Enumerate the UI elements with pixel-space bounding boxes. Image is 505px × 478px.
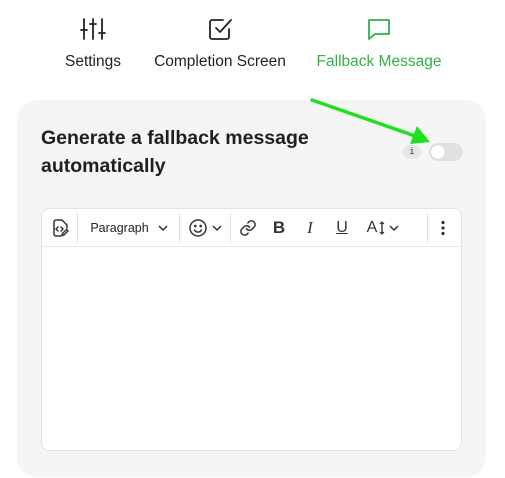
sliders-icon — [78, 14, 108, 44]
tab-completion-screen[interactable]: Completion Screen — [151, 14, 289, 71]
toolbar-divider — [427, 213, 428, 243]
font-size-button[interactable]: A — [364, 216, 402, 240]
link-button[interactable] — [236, 216, 260, 240]
info-icon[interactable]: i — [403, 145, 421, 159]
card-title: Generate a fallback message automaticall… — [41, 127, 309, 177]
editor-text-area[interactable] — [42, 247, 461, 451]
link-icon — [240, 220, 256, 236]
ai-edit-icon[interactable] — [50, 216, 72, 240]
chevron-down-icon — [389, 225, 399, 231]
tab-settings[interactable]: Settings — [62, 14, 124, 71]
more-options-button[interactable] — [434, 216, 452, 240]
auto-generate-toggle[interactable] — [429, 143, 463, 161]
chevron-down-icon — [158, 225, 168, 231]
fallback-message-card: Generate a fallback message automaticall… — [17, 100, 486, 477]
paragraph-label: Paragraph — [90, 221, 149, 235]
toolbar-divider — [230, 213, 231, 243]
tab-fallback-message-label: Fallback Message — [316, 53, 442, 70]
editor-toolbar: Paragraph B I U A — [42, 209, 461, 247]
font-size-label: A — [366, 219, 378, 236]
check-square-icon — [205, 14, 235, 44]
paragraph-select[interactable]: Paragraph — [86, 216, 172, 240]
underline-button[interactable]: U — [332, 216, 352, 240]
toolbar-divider — [77, 213, 78, 243]
tab-fallback-message[interactable]: Fallback Message — [316, 14, 442, 71]
up-down-arrow-icon — [379, 221, 385, 235]
tab-settings-label: Settings — [64, 53, 121, 70]
kebab-menu-icon — [441, 220, 445, 236]
toolbar-divider — [179, 213, 180, 243]
message-square-icon — [364, 14, 394, 44]
tab-bar: Settings Completion Screen Fallback Mess… — [0, 0, 505, 90]
smiley-icon — [189, 219, 207, 237]
chevron-down-icon — [212, 225, 222, 231]
rich-text-editor: Paragraph B I U A — [41, 208, 462, 451]
bold-button[interactable]: B — [268, 216, 290, 240]
emoji-button[interactable] — [185, 216, 225, 240]
tab-completion-screen-label: Completion Screen — [154, 53, 286, 70]
toggle-knob — [431, 145, 445, 159]
italic-button[interactable]: I — [300, 216, 320, 240]
